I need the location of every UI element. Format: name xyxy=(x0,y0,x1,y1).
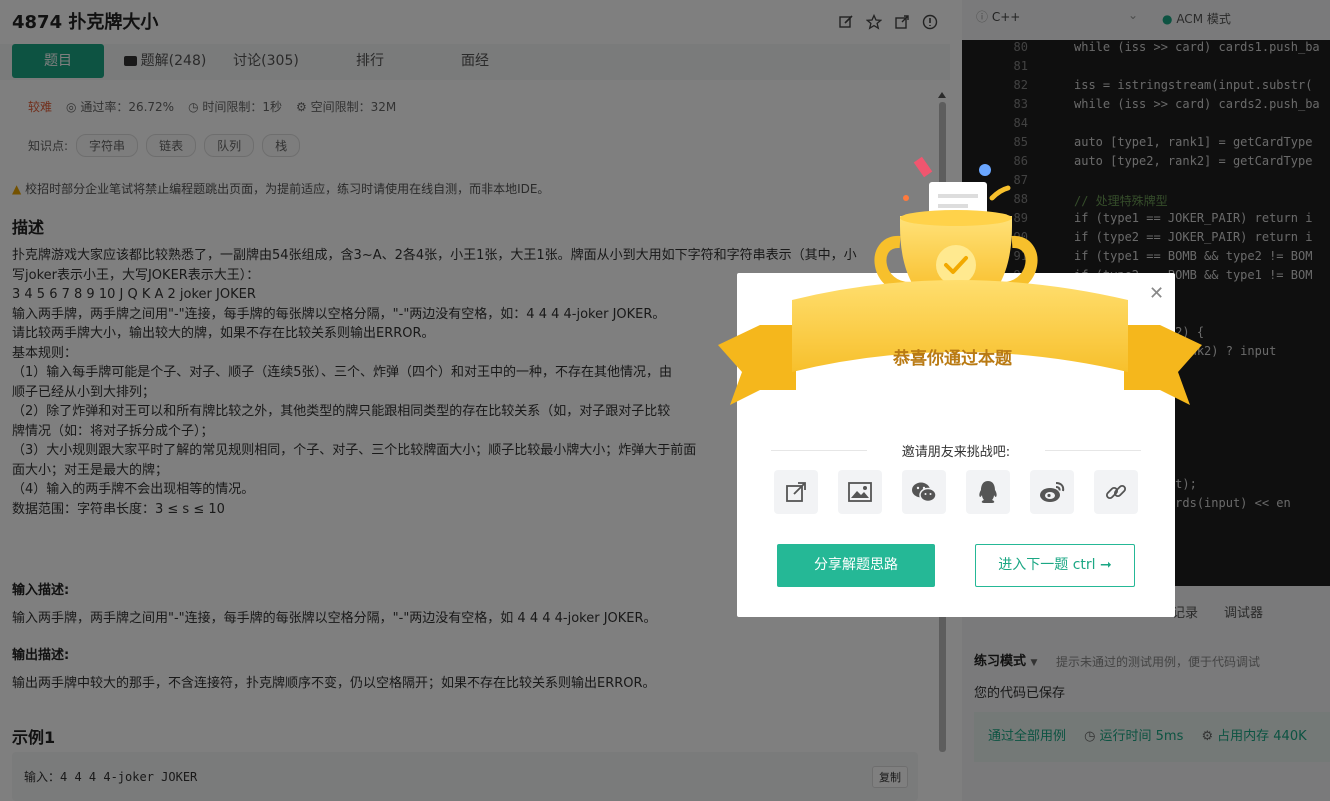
next-problem-button[interactable]: 进入下一题 ctrl ➞ xyxy=(975,544,1135,587)
share-out-icon[interactable] xyxy=(774,470,818,514)
share-buttons xyxy=(774,470,1138,514)
qq-icon[interactable] xyxy=(966,470,1010,514)
invite-text: 邀请朋友来挑战吧: xyxy=(901,445,1011,460)
share-solution-button[interactable]: 分享解题思路 xyxy=(777,544,935,587)
arrow-right-icon: ➞ xyxy=(1100,557,1112,573)
weibo-icon[interactable] xyxy=(1030,470,1074,514)
image-icon[interactable] xyxy=(838,470,882,514)
next-problem-label: 进入下一题 ctrl xyxy=(998,557,1096,573)
congrats-banner: 恭喜你通过本题 xyxy=(893,349,1012,369)
wechat-icon[interactable] xyxy=(902,470,946,514)
trophy-illustration xyxy=(718,156,1202,405)
link-icon[interactable] xyxy=(1094,470,1138,514)
